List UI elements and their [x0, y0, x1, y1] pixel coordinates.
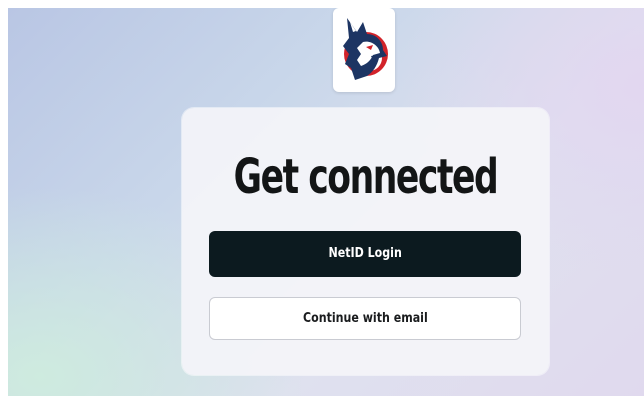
login-card: Get connected NetID Login Continue with …	[182, 108, 549, 375]
continue-with-email-label: Continue with email	[302, 311, 428, 326]
card-title: Get connected	[233, 149, 499, 205]
husky-mascot-icon	[343, 18, 388, 80]
page-background: Get connected NetID Login Continue with …	[8, 8, 644, 396]
app-logo	[333, 8, 395, 92]
netid-login-label: NetID Login	[328, 246, 402, 261]
netid-login-button[interactable]: NetID Login	[209, 231, 521, 277]
continue-with-email-button[interactable]: Continue with email	[209, 297, 521, 340]
